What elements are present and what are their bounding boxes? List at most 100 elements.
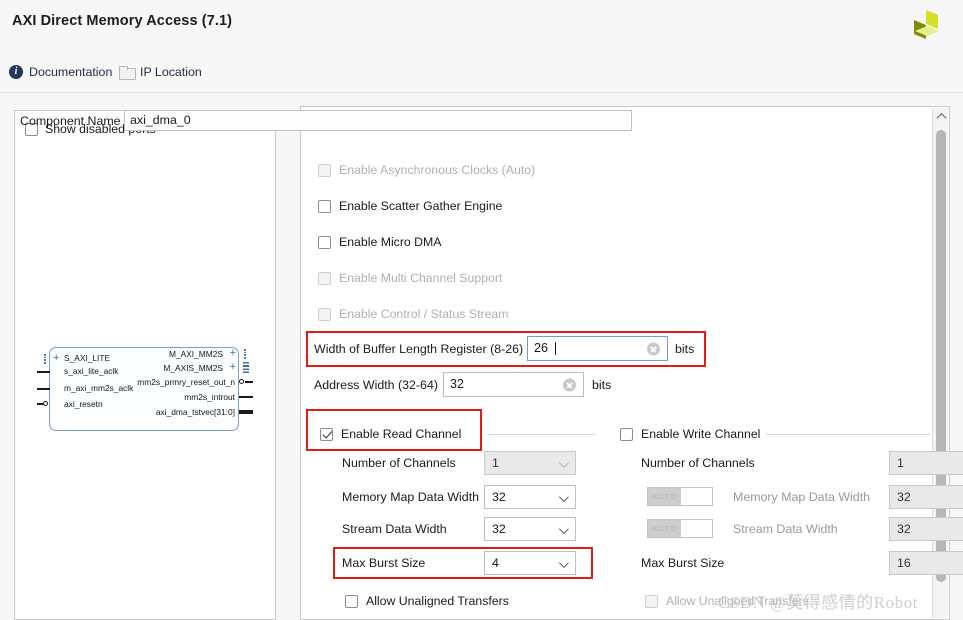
read-number-of-channels-dropdown: 1	[484, 451, 576, 475]
enable-control-status-stream-label: Enable Control / Status Stream	[339, 307, 509, 321]
enable-control-status-stream-checkbox	[318, 307, 331, 321]
scroll-up-button[interactable]	[933, 108, 949, 124]
write-channel-group-line	[766, 434, 930, 435]
checkbox-row-enable-asynchronous-clocks: Enable Asynchronous Clocks (Auto)	[318, 163, 535, 177]
ip-block-symbol: + S_AXI_LITE s_axi_lite_aclk m_axi_mm2s_…	[37, 345, 253, 433]
enable-read-channel-row[interactable]: Enable Read Channel	[320, 427, 461, 441]
read-max-burst-size-dropdown[interactable]: 4	[484, 551, 576, 575]
pin-m-axi-mm2s-aclk	[37, 388, 50, 390]
buffer-length-clear-icon[interactable]	[647, 342, 660, 355]
write-number-of-channels-dropdown: 1	[889, 451, 963, 475]
buffer-length-label: Width of Buffer Length Register (8-26)	[314, 342, 524, 356]
port-label-m-axi-mm2s: M_AXI_MM2S	[169, 349, 223, 359]
write-max-burst-size-value: 16	[897, 556, 911, 570]
read-memory-map-data-width-label: Memory Map Data Width	[342, 490, 480, 504]
chevron-down-icon	[558, 458, 569, 469]
enable-read-channel-label: Enable Read Channel	[341, 427, 462, 441]
port-label-axi-resetn: axi_resetn	[64, 399, 103, 409]
buffer-length-input[interactable]: 26	[527, 336, 668, 361]
documentation-link[interactable]: i Documentation	[9, 65, 112, 79]
address-width-unit: bits	[592, 378, 612, 392]
checkbox-row-enable-scatter-gather-engine[interactable]: Enable Scatter Gather Engine	[318, 199, 502, 213]
enable-micro-dma-label: Enable Micro DMA	[339, 235, 442, 249]
read-memory-map-data-width-value: 32	[492, 490, 506, 504]
enable-scatter-gather-engine-label: Enable Scatter Gather Engine	[339, 199, 503, 213]
read-allow-unaligned-transfers-row[interactable]: Allow Unaligned Transfers	[345, 594, 509, 608]
address-width-input[interactable]: 32	[443, 372, 584, 397]
read-number-of-channels-value: 1	[492, 456, 499, 470]
checkbox-row-enable-control-status-stream: Enable Control / Status Stream	[318, 307, 509, 321]
write-memory-map-data-width-auto-toggle: AUTO	[647, 487, 713, 506]
chevron-up-icon	[936, 112, 946, 123]
checkbox-row-enable-multi-channel-support: Enable Multi Channel Support	[318, 271, 502, 285]
documentation-label: Documentation	[29, 65, 113, 79]
page-title-text: AXI Direct Memory Access	[12, 13, 198, 29]
port-label-s-axi-lite: S_AXI_LITE	[64, 353, 111, 363]
write-number-of-channels-label: Number of Channels	[641, 456, 755, 470]
write-memory-map-auto-label: AUTO	[648, 488, 681, 505]
pin-axi-resetn-inverter-icon	[43, 401, 48, 406]
folder-icon	[119, 66, 136, 80]
s-axi-lite-expand-icon[interactable]: +	[53, 353, 59, 364]
buffer-length-value: 26	[534, 341, 548, 355]
port-label-m-axis-mm2s: M_AXIS_MM2S	[163, 363, 223, 373]
text-caret	[555, 342, 556, 355]
page-title: AXI Direct Memory Access (7.1)	[12, 13, 232, 29]
read-channel-group-line	[487, 434, 595, 435]
component-name-input[interactable]: axi_dma_0	[124, 110, 632, 131]
m-axis-mm2s-bus-marker	[243, 362, 249, 374]
write-stream-auto-label: AUTO	[648, 520, 681, 537]
vertical-scrollbar[interactable]	[932, 108, 948, 618]
write-stream-auto-field	[681, 520, 712, 537]
enable-scatter-gather-engine-checkbox[interactable]	[318, 199, 331, 213]
scrollbar-thumb[interactable]	[936, 130, 946, 582]
chevron-down-icon	[558, 524, 569, 535]
write-stream-data-width-value: 32	[897, 522, 911, 536]
m-axis-mm2s-expand-icon[interactable]: +	[230, 362, 236, 373]
port-label-s-axi-lite-aclk: s_axi_lite_aclk	[64, 366, 119, 376]
s-axi-lite-bus-marker	[44, 353, 49, 365]
xilinx-logo-icon	[914, 10, 939, 39]
m-axi-mm2s-expand-icon[interactable]: +	[230, 348, 236, 359]
address-width-clear-icon[interactable]	[563, 378, 576, 391]
read-memory-map-data-width-dropdown[interactable]: 32	[484, 485, 576, 509]
enable-multi-channel-support-checkbox	[318, 271, 331, 285]
write-memory-map-data-width-value: 32	[897, 490, 911, 504]
enable-micro-dma-checkbox[interactable]	[318, 235, 331, 249]
checkbox-row-enable-micro-dma[interactable]: Enable Micro DMA	[318, 235, 442, 249]
write-number-of-channels-value: 1	[897, 456, 904, 470]
write-max-burst-size-label: Max Burst Size	[641, 556, 725, 570]
pin-axi-dma-tstvec	[239, 410, 253, 414]
header-divider	[0, 92, 963, 93]
toolbar-links: i Documentation IP Location	[0, 58, 963, 92]
component-name-label: Component Name	[20, 114, 121, 128]
read-stream-data-width-dropdown[interactable]: 32	[484, 517, 576, 541]
pin-mm2s-prmry-reset-out-n	[245, 381, 253, 383]
write-memory-map-auto-field	[681, 488, 712, 505]
read-max-burst-size-value: 4	[492, 556, 499, 570]
chevron-down-icon	[558, 492, 569, 503]
enable-write-channel-row[interactable]: Enable Write Channel	[620, 427, 760, 441]
watermark: CSDN @莫得感情的Robot	[718, 593, 918, 612]
enable-write-channel-checkbox[interactable]	[620, 427, 633, 441]
enable-read-channel-checkbox[interactable]	[320, 427, 333, 441]
port-label-axi-dma-tstvec: axi_dma_tstvec[31:0]	[155, 407, 235, 417]
ip-configuration-dialog: AXI Direct Memory Access (7.1) i Documen…	[0, 0, 963, 620]
write-stream-data-width-auto-toggle: AUTO	[647, 519, 713, 538]
port-label-mm2s-introut: mm2s_introut	[184, 392, 235, 402]
read-allow-unaligned-transfers-label: Allow Unaligned Transfers	[366, 594, 509, 608]
enable-asynchronous-clocks-checkbox	[318, 163, 331, 177]
ip-location-link[interactable]: IP Location	[119, 65, 202, 80]
page-title-version: (7.1)	[201, 13, 233, 29]
read-stream-data-width-value: 32	[492, 522, 506, 536]
chevron-down-icon	[558, 558, 569, 569]
buffer-length-unit: bits	[675, 342, 695, 356]
port-label-m-axi-mm2s-aclk: m_axi_mm2s_aclk	[64, 383, 134, 393]
enable-asynchronous-clocks-label: Enable Asynchronous Clocks (Auto)	[339, 163, 536, 177]
write-memory-map-data-width-label: Memory Map Data Width	[733, 490, 871, 504]
read-allow-unaligned-transfers-checkbox[interactable]	[345, 594, 358, 608]
enable-write-channel-label: Enable Write Channel	[641, 427, 761, 441]
port-label-mm2s-prmry-reset-out-n: mm2s_prmry_reset_out_n	[137, 377, 235, 387]
address-width-value: 32	[450, 377, 464, 391]
enable-multi-channel-support-label: Enable Multi Channel Support	[339, 271, 503, 285]
